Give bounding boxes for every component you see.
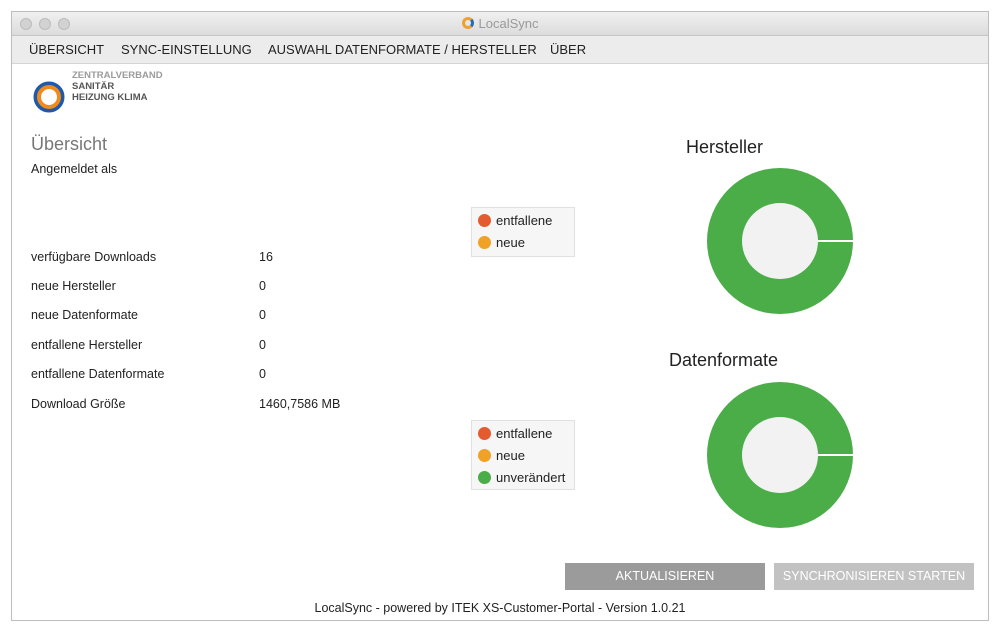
legend-dot-neue xyxy=(478,449,491,462)
legend-label: unverändert xyxy=(496,470,566,485)
footer-text: LocalSync - powered by ITEK XS-Customer-… xyxy=(314,601,686,615)
menu-ueber[interactable]: ÜBER xyxy=(550,42,586,57)
refresh-button[interactable]: AKTUALISIEREN xyxy=(565,563,765,590)
logo-line-2: SANITÄR xyxy=(72,81,115,92)
logged-in-label: Angemeldet als xyxy=(31,162,118,176)
stat-value: 0 xyxy=(259,308,266,322)
chart-title-hersteller: Hersteller xyxy=(686,137,764,157)
app-window: LocalSync ÜBERSICHT SYNC-EINSTELLUNG AUS… xyxy=(11,11,989,621)
start-sync-button[interactable]: SYNCHRONISIEREN STARTEN xyxy=(774,563,974,590)
zvshk-logo-icon xyxy=(33,81,65,113)
legend-label: neue xyxy=(496,448,525,463)
app-logo-icon xyxy=(461,17,474,29)
zvshk-logo: ZENTRALVERBAND SANITÄR HEIZUNG KLIMA xyxy=(32,70,192,118)
donut-hole xyxy=(742,203,818,279)
stat-label: entfallene Hersteller xyxy=(31,338,143,352)
donut-chart-hersteller xyxy=(707,168,853,314)
legend-label: entfallene xyxy=(496,213,553,228)
window-title: LocalSync xyxy=(12,16,988,31)
stat-value: 0 xyxy=(259,367,266,381)
menu-uebersicht[interactable]: ÜBERSICHT xyxy=(29,42,104,57)
stat-label: Download Größe xyxy=(31,397,126,411)
stat-label: neue Hersteller xyxy=(31,279,116,293)
legend-item: unverändert xyxy=(478,470,565,485)
stat-label: verfügbare Downloads xyxy=(31,250,157,264)
legend-hersteller: entfallene neue xyxy=(471,207,575,257)
stat-value: 16 xyxy=(259,250,273,264)
chart-title-datenformate: Datenformate xyxy=(669,350,779,370)
title-bar: LocalSync xyxy=(12,12,988,36)
legend-dot-neue xyxy=(478,236,491,249)
legend-item: entfallene xyxy=(478,213,552,228)
legend-dot-entfallene xyxy=(478,427,491,440)
menu-sync-einstellung[interactable]: SYNC-EINSTELLUNG xyxy=(121,42,252,57)
donut-chart-datenformate xyxy=(707,382,853,528)
legend-label: neue xyxy=(496,235,525,250)
legend-item: neue xyxy=(478,448,525,463)
legend-datenformate: entfallene neue unverändert xyxy=(471,420,575,490)
legend-item: neue xyxy=(478,235,525,250)
legend-dot-unveraendert xyxy=(478,471,491,484)
donut-hole xyxy=(742,417,818,493)
stat-label: neue Datenformate xyxy=(31,308,139,322)
window-title-text: LocalSync xyxy=(478,16,539,31)
legend-dot-entfallene xyxy=(478,214,491,227)
legend-label: entfallene xyxy=(496,426,553,441)
stat-value: 0 xyxy=(259,279,266,293)
stat-value: 1460,7586 MB xyxy=(259,397,341,411)
page-title: Übersicht xyxy=(31,134,108,154)
menu-auswahl-datenformate[interactable]: AUSWAHL DATENFORMATE / HERSTELLER xyxy=(268,42,537,57)
logo-line-3: HEIZUNG KLIMA xyxy=(72,92,148,103)
menu-bar: ÜBERSICHT SYNC-EINSTELLUNG AUSWAHL DATEN… xyxy=(12,36,988,64)
logo-text: ZENTRALVERBAND SANITÄR HEIZUNG KLIMA xyxy=(72,70,163,103)
legend-item: entfallene xyxy=(478,426,552,441)
logo-line-1: ZENTRALVERBAND xyxy=(72,70,163,81)
stat-label: entfallene Datenformate xyxy=(31,367,165,381)
stat-value: 0 xyxy=(259,338,266,352)
